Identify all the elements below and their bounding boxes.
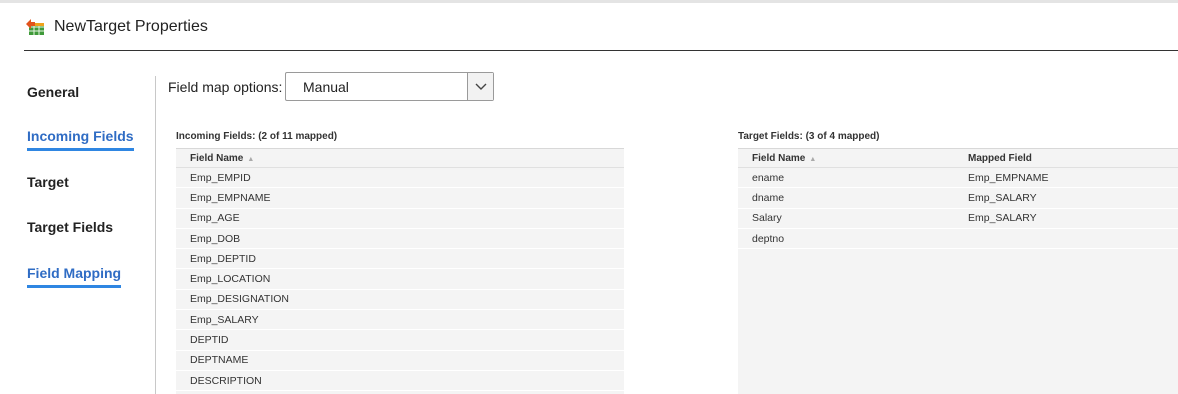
column-header-mapped-field[interactable]: Mapped Field [968, 153, 1032, 164]
incoming-field-name: Emp_DEPTID [190, 252, 256, 265]
column-header-label: Field Name [190, 152, 244, 164]
incoming-row[interactable]: Emp_DESIGNATION [176, 290, 624, 311]
column-header-field-name[interactable]: Field Name ▲ [738, 153, 968, 164]
incoming-row[interactable]: Emp_EMPID [176, 168, 624, 189]
title-bar: NewTarget Properties [24, 12, 208, 42]
incoming-row[interactable]: Emp_SALARY [176, 310, 624, 331]
sidebar-item-target-fields[interactable]: Target Fields [27, 219, 113, 239]
field-map-options-select[interactable]: Manual [285, 72, 494, 101]
sidebar-divider [155, 76, 156, 394]
target-field-name: Salary [752, 212, 782, 225]
incoming-row[interactable]: Emp_DEPTID [176, 249, 624, 270]
sidebar-item-incoming-fields[interactable]: Incoming Fields [27, 128, 134, 151]
incoming-row[interactable]: Emp_LOCATION [176, 269, 624, 290]
target-row[interactable]: ename Emp_EMPNAME [738, 168, 1178, 189]
field-map-options-value: Manual [303, 78, 349, 95]
sort-ascending-icon[interactable]: ▲ [247, 156, 254, 163]
target-row[interactable]: Salary Emp_SALARY [738, 209, 1178, 229]
incoming-fields-title: Incoming Fields: (2 of 11 mapped) [176, 131, 338, 142]
mapped-field-value: Emp_EMPNAME [968, 171, 1049, 184]
column-header-label: Field Name [752, 152, 806, 164]
incoming-row[interactable]: Emp_AGE [176, 209, 624, 229]
incoming-field-name: Emp_EMPNAME [190, 191, 271, 204]
mapped-field-value: Emp_SALARY [968, 191, 1037, 204]
incoming-field-name: Emp_DOB [190, 232, 241, 245]
incoming-field-name: Emp_LOCATION [190, 273, 271, 286]
incoming-field-name: Emp_DESIGNATION [190, 293, 289, 306]
sort-ascending-icon[interactable]: ▲ [809, 156, 816, 163]
incoming-field-name: DEPTNAME [190, 354, 249, 367]
target-row[interactable]: deptno [738, 229, 1178, 250]
target-field-name: dname [752, 191, 785, 204]
sidebar-item-target[interactable]: Target [27, 174, 69, 194]
incoming-field-name: DEPTID [190, 334, 229, 347]
incoming-field-name: DESCRIPTION [190, 374, 262, 387]
target-fields-title: Target Fields: (3 of 4 mapped) [738, 131, 880, 142]
column-header-field-name[interactable]: Field Name ▲ [176, 153, 254, 164]
target-grid-header: Field Name ▲ Mapped Field [738, 148, 1178, 168]
incoming-field-name: Emp_EMPID [190, 171, 251, 184]
top-strip [0, 0, 1178, 3]
target-field-name: ename [752, 171, 785, 184]
target-fields-grid: Field Name ▲ Mapped Field ename Emp_EMPNA… [738, 148, 1178, 394]
incoming-fields-grid: Field Name ▲ Emp_EMPID Emp_EMPNAME Emp_AG… [176, 148, 624, 394]
sidebar-item-general[interactable]: General [27, 84, 79, 104]
target-field-name: deptno [752, 232, 785, 245]
incoming-row[interactable]: Emp_EMPNAME [176, 188, 624, 209]
field-map-options-label: Field map options: [168, 79, 283, 95]
incoming-row[interactable]: DEPTID [176, 330, 624, 351]
incoming-row[interactable]: DESCRIPTION [176, 371, 624, 392]
mapped-field-value: Emp_SALARY [968, 212, 1037, 225]
window-title: NewTarget Properties [54, 18, 208, 35]
title-divider [24, 50, 1178, 51]
target-row[interactable]: dname Emp_SALARY [738, 188, 1178, 209]
target-table-icon [24, 16, 46, 38]
incoming-row[interactable]: Emp_DOB [176, 229, 624, 250]
incoming-grid-header: Field Name ▲ [176, 148, 624, 168]
incoming-field-name: Emp_SALARY [190, 313, 259, 326]
incoming-row[interactable]: DEPTNAME [176, 351, 624, 371]
sidebar-item-field-mapping[interactable]: Field Mapping [27, 265, 122, 288]
incoming-field-name: Emp_AGE [190, 212, 240, 225]
chevron-down-icon[interactable] [467, 73, 493, 100]
